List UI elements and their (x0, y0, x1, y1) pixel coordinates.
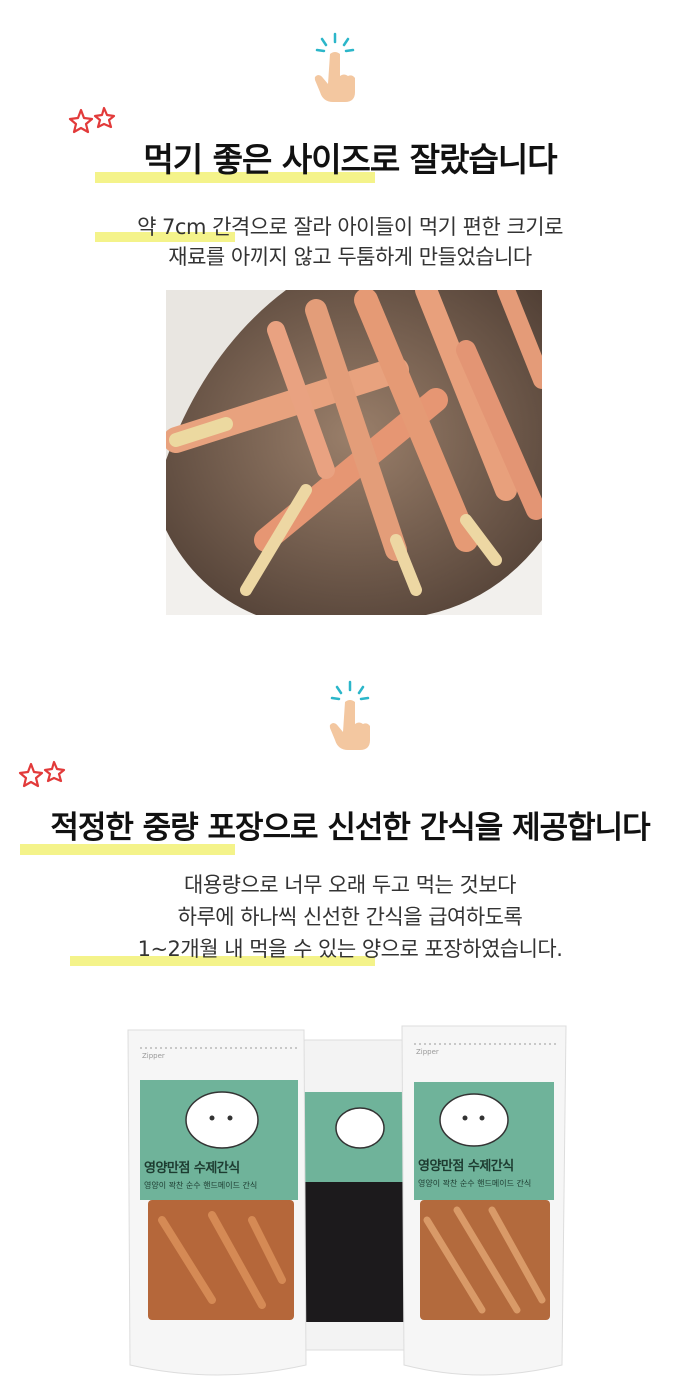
package-subtitle-left: 영양이 꽉찬 순수 핸드메이드 간식 (144, 1181, 258, 1190)
section2-line-1: 대용량으로 너무 오래 두고 먹는 것보다 (184, 873, 517, 897)
right-package (401, 1025, 567, 1376)
section2-line-2: 하루에 하나씩 신선한 간식을 급여하도록 (177, 905, 523, 929)
package-subtitle-right: 영양이 꽉찬 순수 핸드메이드 간식 (418, 1179, 532, 1188)
section2-title: 적정한 중량 포장으로 신선한 간식을 제공합니다 (50, 810, 650, 846)
package-brand-right: 영양만점 수제간식 (418, 1159, 514, 1174)
package-brand-left: 영양만점 수제간식 (144, 1161, 240, 1176)
section2-line-3: 1~2개월 내 먹을 수 있는 양으로 포장하였습니다. (137, 937, 563, 961)
section1-line-1: 약 7cm 간격으로 잘라 아이들이 먹기 편한 크기로 (137, 215, 563, 239)
pointer-hand-icon (314, 32, 355, 102)
section1-title: 먹기 좋은 사이즈로 잘랐습니다 (143, 140, 557, 179)
left-package (127, 1029, 307, 1376)
pointer-hand-icon (329, 680, 370, 750)
treats-photo (166, 290, 542, 615)
red-stars-icon (18, 760, 66, 788)
section1-line-2: 재료를 아끼지 않고 두툼하게 만들었습니다 (168, 245, 532, 269)
zipper-label-left: Zipper (142, 1052, 165, 1060)
zipper-label-right: Zipper (416, 1048, 439, 1056)
red-stars-icon (68, 106, 116, 134)
packages-photo: 영양만점 수제간식 영양만점 수제간식 영양이 꽉찬 순수 핸드메이드 간식 영… (122, 1020, 570, 1395)
